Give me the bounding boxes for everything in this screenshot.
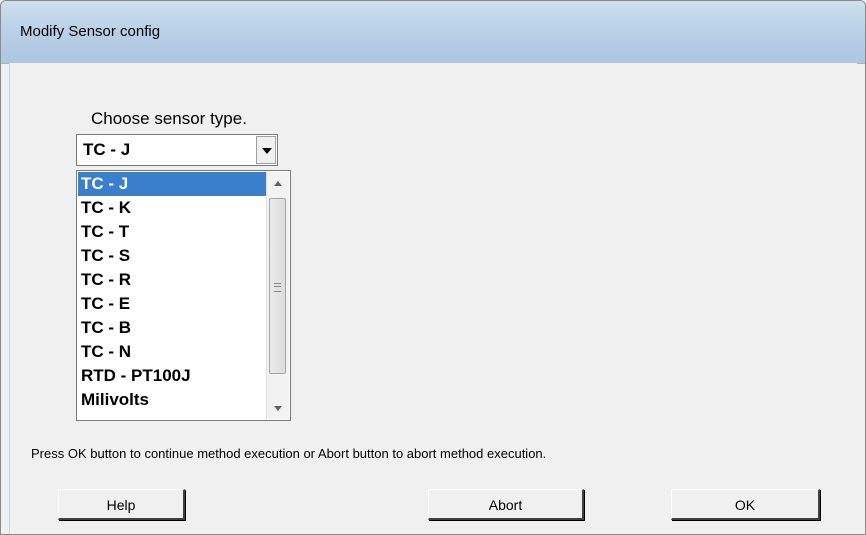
- list-item[interactable]: TC - S: [78, 244, 267, 268]
- sensor-type-combobox[interactable]: TC - J: [76, 134, 278, 166]
- window-title: Modify Sensor config: [20, 23, 161, 40]
- arrow-up-icon: [274, 181, 282, 186]
- list-item[interactable]: TC - J: [78, 172, 267, 196]
- combobox-value: TC - J: [83, 140, 131, 159]
- help-button[interactable]: Help: [58, 489, 185, 520]
- arrow-down-icon: [274, 406, 282, 411]
- ok-button[interactable]: OK: [671, 489, 820, 520]
- list-item[interactable]: TC - R: [78, 268, 267, 292]
- modify-sensor-dialog: Modify Sensor config Choose sensor type.…: [0, 0, 866, 535]
- scroll-thumb[interactable]: [269, 198, 286, 374]
- sensor-type-listbox[interactable]: TC - J TC - K TC - T TC - S TC - R TC - …: [76, 170, 291, 421]
- grip-icon: [274, 283, 281, 292]
- scroll-up-button[interactable]: [267, 172, 289, 194]
- abort-button[interactable]: Abort: [428, 489, 584, 520]
- scroll-down-button[interactable]: [267, 397, 289, 419]
- list-item[interactable]: TC - K: [78, 196, 267, 220]
- chevron-down-icon: [262, 148, 272, 154]
- list-item[interactable]: TC - E: [78, 292, 267, 316]
- list-scrollbar[interactable]: [266, 172, 289, 419]
- list-item[interactable]: TC - B: [78, 316, 267, 340]
- list-item[interactable]: RTD - PT100J: [78, 364, 267, 388]
- list-item[interactable]: TC - T: [78, 220, 267, 244]
- dropdown-button[interactable]: [256, 136, 276, 164]
- list-item[interactable]: TC - N: [78, 340, 267, 364]
- sensor-type-label: Choose sensor type.: [91, 109, 247, 128]
- instruction-message: Press OK button to continue method execu…: [31, 446, 547, 461]
- title-bar[interactable]: Modify Sensor config: [1, 1, 865, 64]
- list-item[interactable]: Milivolts: [78, 388, 267, 412]
